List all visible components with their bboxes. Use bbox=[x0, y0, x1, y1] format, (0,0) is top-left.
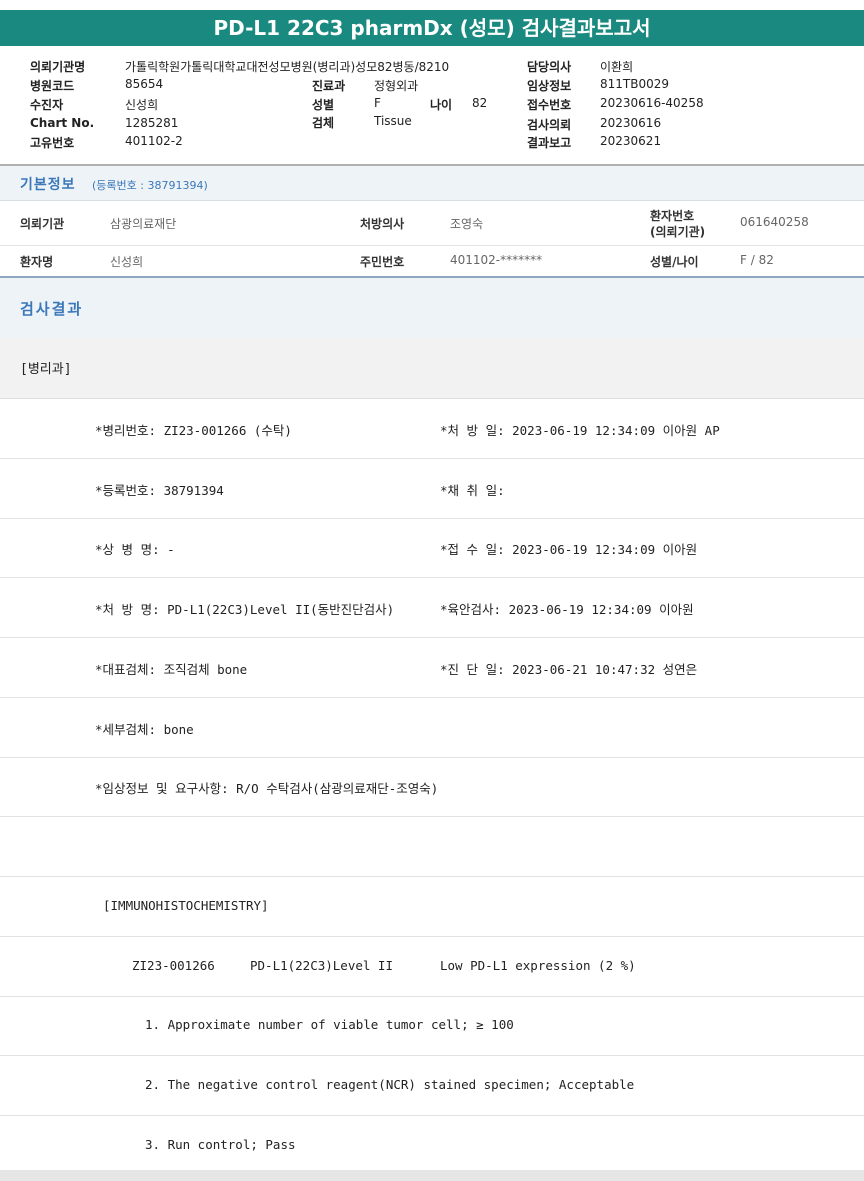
ihc-header-line: [IMMUNOHISTOCHEMISTRY] bbox=[103, 898, 269, 913]
dept-label-text: [병리과] bbox=[20, 362, 72, 377]
receipt-value: 20230616-40258 bbox=[600, 96, 704, 110]
recipient-label: 수진자 bbox=[30, 98, 64, 112]
basic-info-reg-no: (등록번호 : 38791394) bbox=[92, 179, 208, 192]
pid-label-2: (의뢰기관) bbox=[650, 225, 706, 239]
sub-specimen-line: *세부검체: bone bbox=[95, 722, 194, 737]
chart-label: Chart No. bbox=[30, 116, 95, 130]
report-label: 결과보고 bbox=[527, 136, 572, 150]
specimen-value: Tissue bbox=[374, 114, 412, 128]
dept-value: 정형외과 bbox=[374, 79, 419, 93]
rep-specimen-line: *대표검체: 조직검체 bone bbox=[95, 662, 248, 677]
result-row: *상 병 명: - *접 수 일: 2023-06-19 12:34:09 이아… bbox=[0, 518, 864, 578]
specimen-label: 검체 bbox=[312, 116, 335, 130]
result-row: *임상정보 및 요구사항: R/O 수탁검사(삼광의료재단-조영숙) bbox=[0, 757, 864, 817]
inst-value: 삼광의료재단 bbox=[110, 217, 177, 231]
bottom-bar bbox=[0, 1170, 864, 1181]
clinical-value: 811TB0029 bbox=[600, 77, 670, 91]
reg-no-line: *등록번호: 38791394 bbox=[95, 483, 224, 498]
results-title: 검사결과 bbox=[20, 300, 84, 318]
report-title: PD-L1 22C3 pharmDx (성모) 검사결과보고서 bbox=[0, 10, 864, 46]
sexage-label: 성별/나이 bbox=[650, 255, 699, 269]
ihc-result: Low PD-L1 expression (2 %) bbox=[440, 958, 636, 973]
hosp-code-value: 85654 bbox=[125, 77, 164, 91]
result-row-empty bbox=[0, 817, 864, 877]
basic-info-title: 기본정보 bbox=[20, 177, 76, 193]
pname-value: 신성희 bbox=[110, 255, 144, 269]
basic-info-header: 기본정보 (등록번호 : 38791394) bbox=[0, 166, 864, 201]
dept-section: [병리과] bbox=[0, 338, 864, 399]
basic-info-row-2: 환자명 신성희 주민번호 401102-******* 성별/나이 F / 82 bbox=[0, 246, 864, 276]
chart-value: 1285281 bbox=[125, 116, 179, 130]
sex-label: 성별 bbox=[312, 98, 335, 112]
result-row: *병리번호: ZI23-001266 (수탁) *처 방 일: 2023-06-… bbox=[0, 399, 864, 459]
inst-label: 의뢰기관 bbox=[20, 217, 65, 231]
ihc-item-2: 2. The negative control reagent(NCR) sta… bbox=[145, 1077, 635, 1092]
receipt-label: 접수번호 bbox=[527, 98, 572, 112]
result-row: 2. The negative control reagent(NCR) sta… bbox=[0, 1056, 864, 1116]
pname-label: 환자명 bbox=[20, 255, 54, 269]
gross-date-line: *육안검사: 2023-06-19 12:34:09 이아원 bbox=[440, 602, 694, 617]
pid-label-1: 환자번호 bbox=[650, 209, 695, 223]
report-value: 20230621 bbox=[600, 134, 662, 148]
hosp-code-label: 병원코드 bbox=[30, 79, 75, 93]
uid-value: 401102-2 bbox=[125, 134, 183, 148]
diag-date-line: *진 단 일: 2023-06-21 10:47:32 성연은 bbox=[440, 662, 698, 677]
receipt-date-line: *접 수 일: 2023-06-19 12:34:09 이아원 bbox=[440, 542, 698, 557]
presc-label: 처방의사 bbox=[360, 217, 405, 231]
req-inst-label: 의뢰기관명 bbox=[30, 60, 86, 74]
doctor-value: 이환희 bbox=[600, 60, 634, 74]
ihc-test: PD-L1(22C3)Level II bbox=[250, 958, 393, 973]
result-row: ZI23-001266 PD-L1(22C3)Level II Low PD-L… bbox=[0, 937, 864, 997]
sex-value: F bbox=[374, 96, 381, 110]
ihc-item-1: 1. Approximate number of viable tumor ce… bbox=[145, 1017, 514, 1032]
ihc-item-3: 3. Run control; Pass bbox=[145, 1137, 296, 1152]
path-no-line: *병리번호: ZI23-001266 (수탁) bbox=[95, 423, 292, 438]
clinical-label: 임상정보 bbox=[527, 79, 572, 93]
result-row: 3. Run control; Pass bbox=[0, 1116, 864, 1175]
result-row: [IMMUNOHISTOCHEMISTRY] bbox=[0, 877, 864, 937]
age-value: 82 bbox=[472, 96, 488, 110]
result-row: *대표검체: 조직검체 bone *진 단 일: 2023-06-21 10:4… bbox=[0, 638, 864, 698]
clinical-req-line: *임상정보 및 요구사항: R/O 수탁검사(삼광의료재단-조영숙) bbox=[95, 781, 439, 796]
basic-info-row-1: 의뢰기관 삼광의료재단 처방의사 조영숙 환자번호 (의뢰기관) 0616402… bbox=[0, 201, 864, 246]
pid-value: 061640258 bbox=[740, 215, 809, 229]
sexage-value: F / 82 bbox=[740, 253, 774, 267]
uid-label: 고유번호 bbox=[30, 136, 75, 150]
report-header-info: 의뢰기관명 가톨릭학원가톨릭대학교대전성모병원(병리과)성모82병동/8210 … bbox=[0, 52, 864, 164]
collect-date-line: *채 취 일: bbox=[440, 483, 505, 498]
dept-label: 진료과 bbox=[312, 79, 346, 93]
presc-name-line: *처 방 명: PD-L1(22C3)Level II(동반진단검사) bbox=[95, 602, 395, 617]
age-label: 나이 bbox=[430, 98, 453, 112]
request-value: 20230616 bbox=[600, 116, 662, 130]
presc-value: 조영숙 bbox=[450, 217, 484, 231]
ihc-id: ZI23-001266 bbox=[132, 958, 215, 973]
result-row: *세부검체: bone bbox=[0, 698, 864, 758]
results-header: 검사결과 bbox=[0, 276, 864, 341]
request-label: 검사의뢰 bbox=[527, 118, 572, 132]
rrn-label: 주민번호 bbox=[360, 255, 405, 269]
doctor-label: 담당의사 bbox=[527, 60, 572, 74]
result-row: 1. Approximate number of viable tumor ce… bbox=[0, 996, 864, 1056]
result-row: *등록번호: 38791394 *채 취 일: bbox=[0, 459, 864, 519]
rrn-value: 401102-******* bbox=[450, 253, 543, 267]
presc-date-line: *처 방 일: 2023-06-19 12:34:09 이아원 AP bbox=[440, 423, 720, 438]
diag-name-line: *상 병 명: - bbox=[95, 542, 175, 557]
req-inst-value: 가톨릭학원가톨릭대학교대전성모병원(병리과)성모82병동/8210 bbox=[125, 60, 450, 74]
recipient-value: 신성희 bbox=[125, 98, 159, 112]
result-row: *처 방 명: PD-L1(22C3)Level II(동반진단검사) *육안검… bbox=[0, 578, 864, 638]
